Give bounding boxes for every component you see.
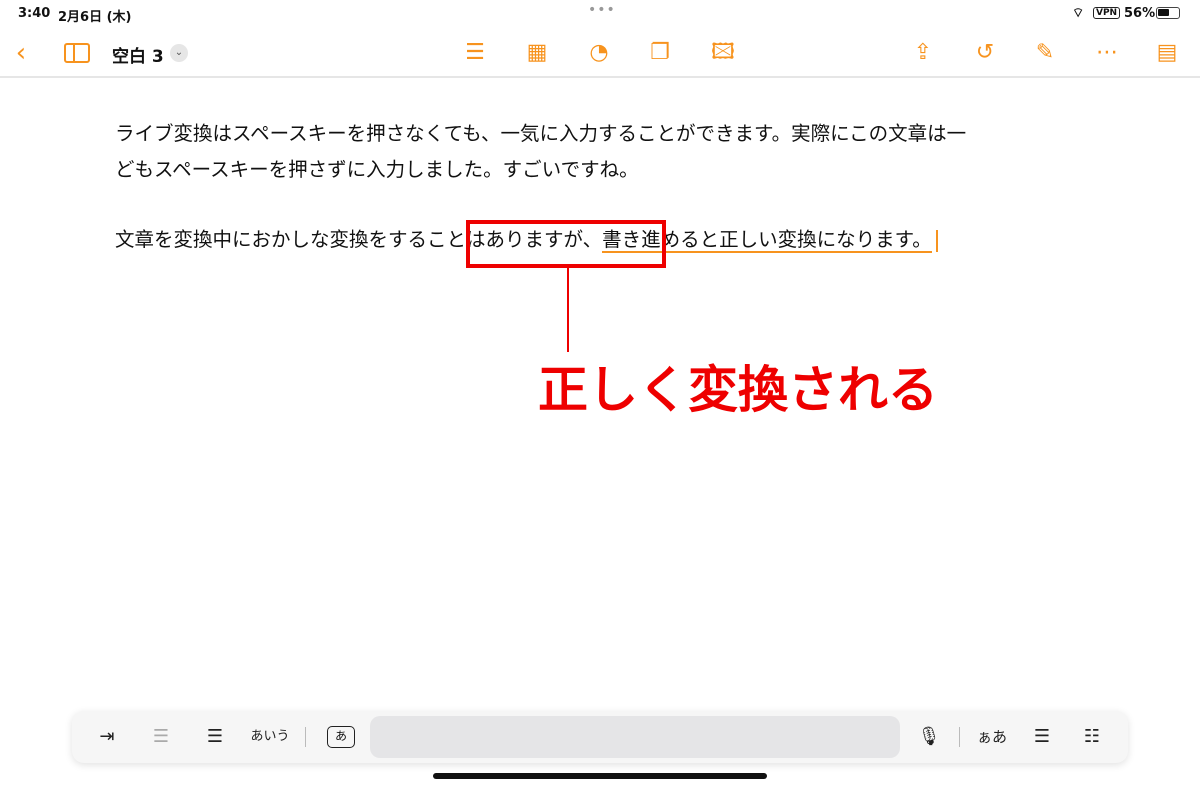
- list-icon[interactable]: ☰: [458, 36, 492, 70]
- shape-icon[interactable]: ❐: [643, 36, 677, 70]
- annotation-label: 正しく変換される: [538, 361, 938, 419]
- home-indicator[interactable]: [433, 773, 767, 779]
- status-date: 2月6日 (木): [58, 10, 132, 25]
- font-size-button[interactable]: ぁあ: [972, 711, 1012, 763]
- chart-icon[interactable]: ◔: [582, 36, 616, 70]
- chevron-down-icon[interactable]: ⌄: [170, 44, 188, 62]
- paragraph-1[interactable]: ライブ変換はスペースキーを押さなくても、一気に入力することができます。実際にこの…: [115, 116, 1095, 188]
- back-icon[interactable]: ‹: [4, 36, 38, 70]
- indent-icon[interactable]: ☰: [200, 711, 230, 763]
- battery-icon: [1156, 7, 1180, 19]
- outdent-icon[interactable]: ☰: [146, 711, 176, 763]
- divider: [959, 727, 960, 747]
- annotation-line: [567, 268, 569, 352]
- more-icon[interactable]: ⋯: [1090, 36, 1124, 70]
- share-icon[interactable]: ⇪: [906, 36, 940, 70]
- battery-percent: 56%: [1124, 6, 1156, 21]
- candidate-field[interactable]: [370, 716, 900, 758]
- text-cursor: [935, 229, 938, 252]
- kana-toggle-button[interactable]: あ: [327, 726, 355, 748]
- status-time: 3:40: [18, 6, 51, 21]
- undo-icon[interactable]: ↺: [968, 36, 1002, 70]
- multitasking-dots-icon[interactable]: •••: [588, 2, 616, 18]
- media-icon[interactable]: 🖾: [706, 36, 740, 70]
- align-left-icon[interactable]: ☰: [1027, 711, 1057, 763]
- vpn-badge: VPN: [1093, 7, 1121, 19]
- wifi-icon: ⌔: [1072, 6, 1085, 21]
- keyboard-shortcut-bar: ⇥ ☰ ☰ あいう あ 🎙 ぁあ ☰ ☷: [72, 711, 1128, 763]
- format-brush-icon[interactable]: ✎: [1028, 36, 1062, 70]
- paragraph-2-text-a: 文章を変換中におかしな変換をする: [115, 228, 428, 251]
- paragraph-1-line-1: ライブ変換はスペースキーを押さなくても、一気に入力することができます。実際にこの…: [115, 122, 967, 145]
- toolbar: ‹ 空白 3 ⌄ ☰ ▦ ◔ ❐ 🖾 ⇪ ↺ ✎ ⋯ ▤: [0, 36, 1200, 78]
- divider: [305, 727, 306, 747]
- document-title[interactable]: 空白 3: [112, 42, 164, 67]
- microphone-icon[interactable]: 🎙: [914, 711, 944, 763]
- tab-indent-icon[interactable]: ⇥: [92, 711, 122, 763]
- annotation-box: [466, 220, 666, 268]
- kana-input-button[interactable]: あいう: [248, 711, 292, 763]
- sidebar-icon[interactable]: [60, 36, 94, 70]
- table-icon[interactable]: ▦: [520, 36, 554, 70]
- insert-list-icon[interactable]: ☷: [1077, 711, 1107, 763]
- reading-view-icon[interactable]: ▤: [1150, 36, 1184, 70]
- paragraph-1-line-2: どもスペースキーを押さずに入力しました。すごいですね。: [115, 158, 639, 181]
